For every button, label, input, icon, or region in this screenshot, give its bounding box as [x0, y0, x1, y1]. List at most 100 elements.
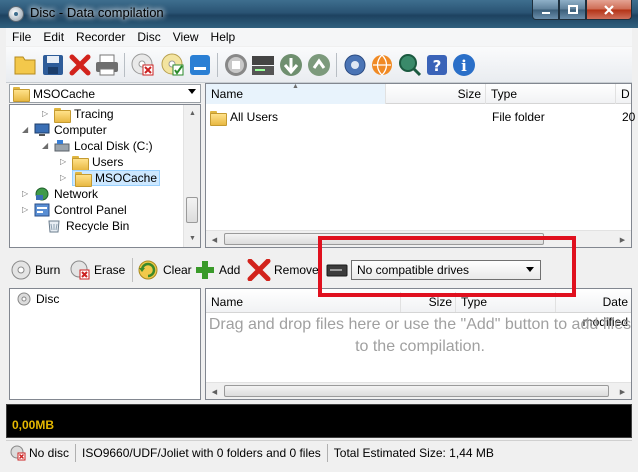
add-label: Add: [219, 263, 241, 277]
tree-item-msocache[interactable]: ▷ MSOCache: [60, 170, 161, 187]
burn-label: Burn: [35, 263, 61, 277]
web-icon[interactable]: [369, 52, 395, 78]
table-row[interactable]: All Users File folder 20: [210, 109, 635, 126]
toolbar-separator: [336, 53, 337, 77]
column-type[interactable]: Type: [486, 84, 616, 104]
search-icon[interactable]: [397, 52, 423, 78]
tree-item-label: Computer: [54, 123, 107, 137]
close-button[interactable]: [586, 0, 632, 20]
tree-selection: MSOCache: [72, 170, 161, 187]
status-disc: No disc: [29, 445, 70, 460]
erase-button[interactable]: Erase: [69, 259, 125, 281]
folder-icon: [13, 87, 30, 102]
expand-icon[interactable]: ▷: [60, 174, 68, 182]
window-controls: [532, 0, 632, 20]
expand-icon[interactable]: ▷: [22, 206, 30, 214]
delete-icon[interactable]: [67, 52, 93, 78]
toolbar-separator: [132, 258, 133, 282]
scroll-left-icon[interactable]: ◀: [206, 383, 223, 400]
remove-button[interactable]: Remove: [247, 259, 319, 281]
status-filesystem: ISO9660/UDF/Joliet with 0 folders and 0 …: [82, 445, 321, 460]
minimize-button[interactable]: [532, 0, 559, 20]
capacity-used: 0,00MB: [12, 418, 55, 432]
collapse-icon[interactable]: ◢: [22, 126, 30, 134]
tree-item-control-panel[interactable]: ▷ Control Panel: [22, 202, 127, 218]
capacity-meter: 0,00MB: [6, 404, 632, 438]
refresh-icon[interactable]: [278, 52, 304, 78]
sort-ascending-icon: ▲: [292, 83, 299, 90]
tree-vertical-scrollbar[interactable]: ▲ ▼: [183, 105, 200, 247]
erase-disc-icon[interactable]: [130, 52, 156, 78]
title-bar[interactable]: Disc - Data compilation: [0, 0, 638, 28]
folder-combo-value: MSOCache: [33, 86, 96, 101]
blue-square-icon[interactable]: [187, 52, 213, 78]
collapse-icon[interactable]: ◢: [42, 142, 50, 150]
chevron-down-icon: [188, 89, 196, 94]
expand-icon[interactable]: ▷: [60, 158, 68, 166]
update-icon[interactable]: [306, 52, 332, 78]
maximize-icon: [567, 4, 578, 14]
minimize-icon: [541, 11, 550, 14]
main-toolbar: ? i: [6, 47, 632, 83]
tree-item-network[interactable]: ▷ Network: [22, 186, 98, 202]
folder-icon: [72, 155, 89, 171]
disc-icon: [17, 292, 31, 306]
compilation-tree: Disc: [9, 288, 201, 400]
menu-disc[interactable]: Disc: [131, 30, 166, 44]
info-icon[interactable]: i: [451, 52, 477, 78]
scroll-thumb[interactable]: [224, 385, 609, 397]
burn-disc-icon[interactable]: [160, 52, 186, 78]
folder-combo[interactable]: MSOCache: [9, 84, 201, 103]
drop-hint: Drag and drop files here or use the "Add…: [208, 316, 632, 355]
tree-item-recycle-bin[interactable]: Recycle Bin: [34, 218, 129, 234]
remove-icon: [247, 259, 271, 281]
tree-item-tracing[interactable]: ▷ Tracing: [42, 106, 114, 123]
scroll-right-icon[interactable]: ▶: [614, 383, 631, 400]
burn-button[interactable]: Burn: [10, 259, 60, 281]
tree-item-disc[interactable]: Disc: [16, 291, 59, 307]
scroll-down-icon[interactable]: ▼: [184, 230, 201, 247]
row-name: All Users: [230, 110, 279, 124]
expand-icon[interactable]: ▷: [22, 190, 30, 198]
menu-help[interactable]: Help: [205, 30, 242, 44]
column-size[interactable]: Size: [386, 84, 486, 104]
scroll-right-icon[interactable]: ▶: [614, 231, 631, 248]
settings-icon[interactable]: [342, 52, 368, 78]
clear-button[interactable]: Clear: [136, 259, 192, 281]
print-icon[interactable]: [94, 52, 120, 78]
file-browser-list: Name ▲ Size Type D All Users File folder…: [205, 83, 635, 248]
computer-icon: [34, 123, 50, 136]
erase-disc-icon: [70, 260, 90, 280]
column-date[interactable]: D: [616, 84, 631, 104]
menu-recorder[interactable]: Recorder: [70, 30, 131, 44]
help-icon[interactable]: ?: [424, 52, 450, 78]
tree-item-local-disk[interactable]: ◢ Local Disk (C:): [42, 138, 153, 154]
menu-edit[interactable]: Edit: [37, 30, 70, 44]
tree-item-users[interactable]: ▷ Users: [60, 154, 123, 171]
new-icon[interactable]: [12, 52, 38, 78]
tree-item-computer[interactable]: ◢ Computer: [22, 122, 107, 138]
plus-icon: [196, 261, 214, 279]
tree-item-label: Local Disk (C:): [74, 139, 153, 153]
compilation-horizontal-scrollbar[interactable]: ◀ ▶: [206, 382, 631, 399]
svg-text:i: i: [461, 57, 467, 75]
scroll-up-icon[interactable]: ▲: [184, 105, 201, 122]
maximize-button[interactable]: [559, 0, 586, 20]
expand-icon[interactable]: ▷: [42, 110, 50, 118]
scroll-thumb[interactable]: [186, 197, 198, 223]
add-button[interactable]: Add: [194, 259, 240, 281]
menu-view[interactable]: View: [167, 30, 205, 44]
rip-icon[interactable]: [223, 52, 249, 78]
folder-icon: [54, 107, 71, 123]
tree-item-label: MSOCache: [95, 171, 158, 185]
menu-file[interactable]: File: [6, 30, 37, 44]
svg-text:?: ?: [433, 57, 442, 75]
status-separator: [75, 443, 77, 462]
disc-app-icon: [8, 6, 24, 22]
scroll-left-icon[interactable]: ◀: [206, 231, 223, 248]
save-icon[interactable]: [40, 52, 66, 78]
tree-item-label: Network: [54, 187, 99, 201]
drive-icon[interactable]: [250, 52, 276, 78]
remove-label: Remove: [274, 263, 319, 277]
recycle-bin-icon: [48, 220, 60, 233]
